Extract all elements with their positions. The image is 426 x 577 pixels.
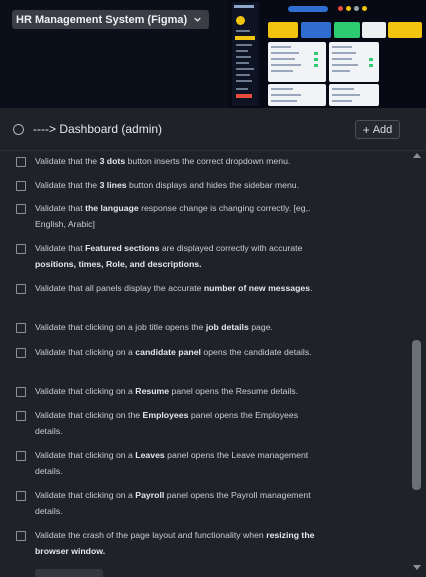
checkbox-icon[interactable] <box>16 387 26 397</box>
checklist-item-text-span: opens the candidate details. <box>200 347 312 357</box>
checklist-item-text-span: page. <box>248 322 273 332</box>
scroll-down-arrow-icon[interactable] <box>413 565 421 570</box>
checklist-item-text-span: button inserts the correct dropdown menu… <box>125 156 291 166</box>
checklist-item-bold-text: the language <box>85 203 139 213</box>
checklist-item-text-span: panel opens the Resume details. <box>169 386 299 396</box>
thumbnail-sidebar <box>232 2 259 106</box>
board-title-chip[interactable]: HR Management System (Figma) <box>12 10 210 29</box>
checklist-item[interactable]: Validate that clicking on a Leaves panel… <box>0 448 410 480</box>
checklist-item[interactable]: Validate that clicking on a candidate pa… <box>0 345 410 377</box>
checkbox-icon[interactable] <box>16 531 26 541</box>
scroll-up-arrow-icon[interactable] <box>413 153 421 158</box>
scrollbar-thumb[interactable] <box>412 340 421 490</box>
checklist-item-text[interactable]: Validate that the 3 lines button display… <box>35 177 325 193</box>
checklist-item-bold-text: Leaves <box>135 450 165 460</box>
chevron-down-icon <box>194 17 201 22</box>
checklist-item-bold-text: 3 lines <box>99 180 127 190</box>
checklist-item-text[interactable]: Validate that the language response chan… <box>35 200 325 232</box>
checklist-item[interactable]: Validate that Featured sections are disp… <box>0 241 410 273</box>
checklist-item-text[interactable]: Validate that all panels display the acc… <box>35 280 325 296</box>
checklist-item-text-span: are displayed correctly with accurate <box>159 243 303 253</box>
checklist-item-text-span: Validate that clicking on a job title op… <box>35 322 206 332</box>
checklist-item-text-span: . <box>310 283 313 293</box>
checklist-item-text-span: button displays and hides the sidebar me… <box>126 180 300 190</box>
checkbox-icon[interactable] <box>16 244 26 254</box>
checkbox-icon[interactable] <box>16 323 26 333</box>
checklist-item-text-span: Validate that all panels display the acc… <box>35 283 204 293</box>
checklist-item-bold-text: Featured sections <box>85 243 160 253</box>
checklist-item[interactable]: Validate that clicking on the Employees … <box>0 408 410 440</box>
checklist-item[interactable]: Validate that all panels display the acc… <box>0 281 410 313</box>
checklist-item-text[interactable]: Validate that clicking on the Employees … <box>35 407 325 439</box>
card-header: ----> Dashboard (admin) + Add <box>0 108 426 151</box>
circle-icon[interactable] <box>13 124 24 135</box>
checklist-item-text-span: Validate that <box>35 203 86 213</box>
checklist-item-text-span: Validate that the <box>35 156 100 166</box>
checkbox-icon[interactable] <box>16 491 26 501</box>
checkbox-icon[interactable] <box>16 451 26 461</box>
checklist-item-bold-text: job details <box>205 322 249 332</box>
checklist-item-bold-text: candidate panel <box>135 347 201 357</box>
checkbox-icon[interactable] <box>16 411 26 421</box>
checklist-item-text[interactable]: Validate that Featured sections are disp… <box>35 240 325 272</box>
checkbox-icon[interactable] <box>16 284 26 294</box>
add-button-label: Add <box>372 123 393 136</box>
checklist-item-bold-text: positions, times, Role, and descriptions… <box>35 259 202 269</box>
checklist-item-text-span: Validate that clicking on a <box>35 347 136 357</box>
checklist-item-bold-text: Payroll <box>135 490 165 500</box>
checklist-item[interactable]: Validate that the 3 dots button inserts … <box>0 154 410 170</box>
checkbox-icon[interactable] <box>16 157 26 167</box>
checklist-item-text-span: Validate that <box>35 243 86 253</box>
checklist-item-text-span: Validate that clicking on a <box>35 490 136 500</box>
checkbox-icon[interactable] <box>16 204 26 214</box>
checkbox-icon[interactable] <box>16 181 26 191</box>
checklist-item-bold-text: 3 dots <box>99 156 126 166</box>
checklist-item-text-span: Validate that clicking on a <box>35 386 136 396</box>
checklist-item-text-span: Validate the crash of the page layout an… <box>35 530 267 540</box>
checklist-item[interactable]: Validate that clicking on a job title op… <box>0 320 410 336</box>
card-title[interactable]: ----> Dashboard (admin) <box>33 122 162 136</box>
checklist-item-text-span: Validate that the <box>35 180 100 190</box>
checkbox-icon[interactable] <box>16 348 26 358</box>
partially-visible-button[interactable] <box>35 569 103 577</box>
checklist-item-text[interactable]: Validate that clicking on a Leaves panel… <box>35 447 325 479</box>
checklist-item-bold-text: Employees <box>142 410 189 420</box>
plus-icon: + <box>362 122 370 137</box>
checklist-item[interactable]: Validate the crash of the page layout an… <box>0 528 410 560</box>
checklist-item[interactable]: Validate that clicking on a Payroll pane… <box>0 488 410 520</box>
add-button[interactable]: + Add <box>355 120 400 139</box>
cover-thumbnail <box>228 0 426 108</box>
checklist-item-text[interactable]: Validate the crash of the page layout an… <box>35 527 325 559</box>
checklist: Validate that the 3 dots button inserts … <box>0 151 410 577</box>
checklist-item[interactable]: Validate that the language response chan… <box>0 201 410 233</box>
checklist-item-bold-text: Resume <box>135 386 170 396</box>
checklist-item-bold-text: number of new messages <box>203 283 311 293</box>
checklist-item-text[interactable]: Validate that the 3 dots button inserts … <box>35 153 325 169</box>
checklist-item-text[interactable]: Validate that clicking on a candidate pa… <box>35 344 325 360</box>
checklist-item-text[interactable]: Validate that clicking on a Resume panel… <box>35 383 325 399</box>
checklist-item-text-span: Validate that clicking on a <box>35 450 136 460</box>
checklist-item[interactable]: Validate that clicking on a Resume panel… <box>0 384 410 400</box>
checklist-item[interactable]: Validate that the 3 lines button display… <box>0 178 410 194</box>
checklist-item-text[interactable]: Validate that clicking on a job title op… <box>35 319 325 335</box>
checklist-item-text-span: Validate that clicking on the <box>35 410 143 420</box>
checklist-item-text[interactable]: Validate that clicking on a Payroll pane… <box>35 487 325 519</box>
card-cover[interactable]: HR Management System (Figma) <box>0 0 426 108</box>
board-title: HR Management System (Figma) <box>16 13 188 26</box>
